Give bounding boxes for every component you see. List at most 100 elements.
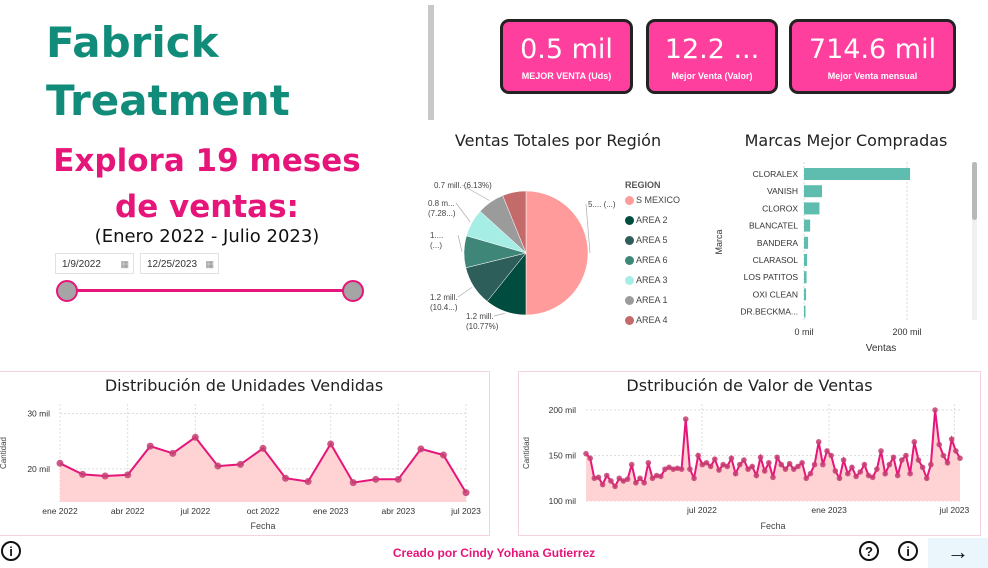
v-data-point[interactable] bbox=[878, 448, 884, 454]
v-data-point[interactable] bbox=[907, 470, 913, 477]
u-data-point[interactable] bbox=[439, 451, 447, 459]
v-data-point[interactable] bbox=[919, 464, 926, 471]
v-data-point[interactable] bbox=[770, 474, 776, 481]
v-data-point[interactable] bbox=[857, 469, 864, 475]
v-data-point[interactable] bbox=[836, 475, 843, 482]
u-data-point[interactable] bbox=[124, 471, 132, 479]
date-slider-track[interactable] bbox=[66, 289, 352, 292]
v-data-point[interactable] bbox=[774, 454, 780, 461]
u-data-point[interactable] bbox=[462, 489, 470, 497]
v-data-point[interactable] bbox=[583, 450, 589, 457]
v-data-point[interactable] bbox=[658, 473, 664, 480]
v-data-point[interactable] bbox=[820, 461, 826, 468]
u-data-point[interactable] bbox=[327, 440, 335, 448]
v-data-point[interactable] bbox=[828, 452, 834, 459]
v-data-point[interactable] bbox=[682, 416, 689, 422]
v-data-point[interactable] bbox=[953, 448, 959, 454]
calendar-icon[interactable]: ▦ bbox=[205, 254, 214, 275]
v-data-point[interactable] bbox=[741, 457, 747, 463]
v-data-point[interactable] bbox=[940, 452, 947, 459]
u-data-point[interactable] bbox=[417, 445, 425, 453]
bar-clorox[interactable] bbox=[804, 202, 820, 215]
v-data-point[interactable] bbox=[778, 461, 785, 468]
v-data-point[interactable] bbox=[691, 475, 697, 482]
bar-cloralex[interactable] bbox=[804, 168, 911, 180]
v-data-point[interactable] bbox=[807, 470, 814, 477]
bar-clarasol[interactable] bbox=[804, 254, 808, 266]
v-data-point[interactable] bbox=[633, 480, 639, 486]
pie-slice-s-mexico[interactable] bbox=[525, 190, 589, 316]
v-data-point[interactable] bbox=[824, 448, 830, 454]
v-data-point[interactable] bbox=[799, 459, 805, 466]
v-data-point[interactable] bbox=[641, 480, 647, 486]
bar-blancatel[interactable] bbox=[804, 219, 811, 232]
legend-item[interactable]: AREA 2 bbox=[625, 210, 705, 230]
v-data-point[interactable] bbox=[886, 461, 893, 468]
v-data-point[interactable] bbox=[695, 452, 701, 459]
v-data-point[interactable] bbox=[603, 472, 610, 479]
legend-item[interactable]: AREA 3 bbox=[625, 270, 705, 290]
v-data-point[interactable] bbox=[687, 466, 693, 472]
v-data-point[interactable] bbox=[882, 470, 888, 477]
v-data-point[interactable] bbox=[903, 452, 909, 459]
v-data-point[interactable] bbox=[869, 474, 876, 481]
legend-item[interactable]: S MEXICO bbox=[625, 190, 705, 210]
legend-item[interactable]: AREA 6 bbox=[625, 250, 705, 270]
v-data-point[interactable] bbox=[840, 457, 847, 463]
bar-vanish[interactable] bbox=[804, 185, 823, 198]
u-data-point[interactable] bbox=[372, 475, 380, 483]
end-date-input[interactable]: 12/25/2023 ▦ bbox=[140, 253, 219, 274]
v-data-point[interactable] bbox=[786, 460, 793, 467]
v-data-point[interactable] bbox=[845, 470, 851, 477]
v-data-point[interactable] bbox=[678, 466, 685, 472]
v-data-point[interactable] bbox=[874, 466, 880, 472]
v-data-point[interactable] bbox=[915, 457, 922, 463]
bar-los-patitos[interactable] bbox=[804, 271, 807, 284]
v-data-point[interactable] bbox=[911, 439, 918, 445]
v-data-point[interactable] bbox=[728, 455, 735, 462]
u-data-point[interactable] bbox=[236, 460, 244, 468]
v-data-point[interactable] bbox=[724, 463, 731, 470]
calendar-icon[interactable]: ▦ bbox=[120, 254, 129, 275]
u-data-point[interactable] bbox=[214, 462, 222, 470]
u-data-point[interactable] bbox=[56, 459, 64, 467]
v-data-point[interactable] bbox=[707, 463, 714, 470]
v-data-point[interactable] bbox=[712, 456, 718, 462]
v-data-point[interactable] bbox=[923, 475, 930, 482]
bar-dr-beckma-[interactable] bbox=[804, 305, 806, 318]
v-data-point[interactable] bbox=[624, 476, 631, 482]
v-data-point[interactable] bbox=[890, 454, 897, 461]
help-icon[interactable]: ? bbox=[859, 541, 879, 561]
v-data-point[interactable] bbox=[928, 461, 934, 468]
u-data-point[interactable] bbox=[191, 433, 199, 441]
u-data-point[interactable] bbox=[394, 475, 402, 483]
bar-oxi-clean[interactable] bbox=[804, 288, 807, 301]
v-data-point[interactable] bbox=[932, 407, 938, 413]
start-date-input[interactable]: 1/9/2022 ▦ bbox=[55, 253, 134, 274]
v-data-point[interactable] bbox=[815, 439, 822, 445]
v-data-point[interactable] bbox=[612, 483, 618, 490]
v-data-point[interactable] bbox=[894, 472, 901, 479]
v-data-point[interactable] bbox=[637, 475, 643, 482]
units-line-chart[interactable]: Cantidad 30 mil 20 mil ene 2022 abr 2022 jul… bbox=[0, 396, 490, 536]
region-pie-chart[interactable]: 5.... (...)1.2 mill.(10.77%)1.2 mill.(10… bbox=[420, 160, 620, 340]
v-data-point[interactable] bbox=[716, 467, 722, 473]
v-data-point[interactable] bbox=[832, 468, 839, 474]
v-data-point[interactable] bbox=[811, 461, 818, 468]
u-data-point[interactable] bbox=[349, 479, 357, 487]
scrollbar-thumb[interactable] bbox=[972, 162, 977, 220]
u-data-point[interactable] bbox=[146, 442, 154, 450]
v-data-point[interactable] bbox=[599, 481, 606, 488]
brand-bar-chart[interactable]: Marca CLORALEX VANISH CLOROX BLANCATEL BANDE… bbox=[708, 160, 970, 358]
v-data-point[interactable] bbox=[749, 463, 756, 470]
v-data-point[interactable] bbox=[587, 455, 593, 462]
u-data-point[interactable] bbox=[259, 444, 267, 452]
slider-start-handle[interactable] bbox=[56, 280, 78, 302]
value-line-chart[interactable]: Cantidad 200 mil 150 mil 100 mil jul 2022 en… bbox=[518, 396, 981, 536]
v-data-point[interactable] bbox=[595, 474, 602, 481]
v-data-point[interactable] bbox=[736, 461, 743, 468]
v-data-point[interactable] bbox=[608, 478, 614, 484]
bar-bandera[interactable] bbox=[804, 236, 809, 249]
v-data-point[interactable] bbox=[948, 436, 955, 442]
v-data-point[interactable] bbox=[936, 441, 943, 448]
